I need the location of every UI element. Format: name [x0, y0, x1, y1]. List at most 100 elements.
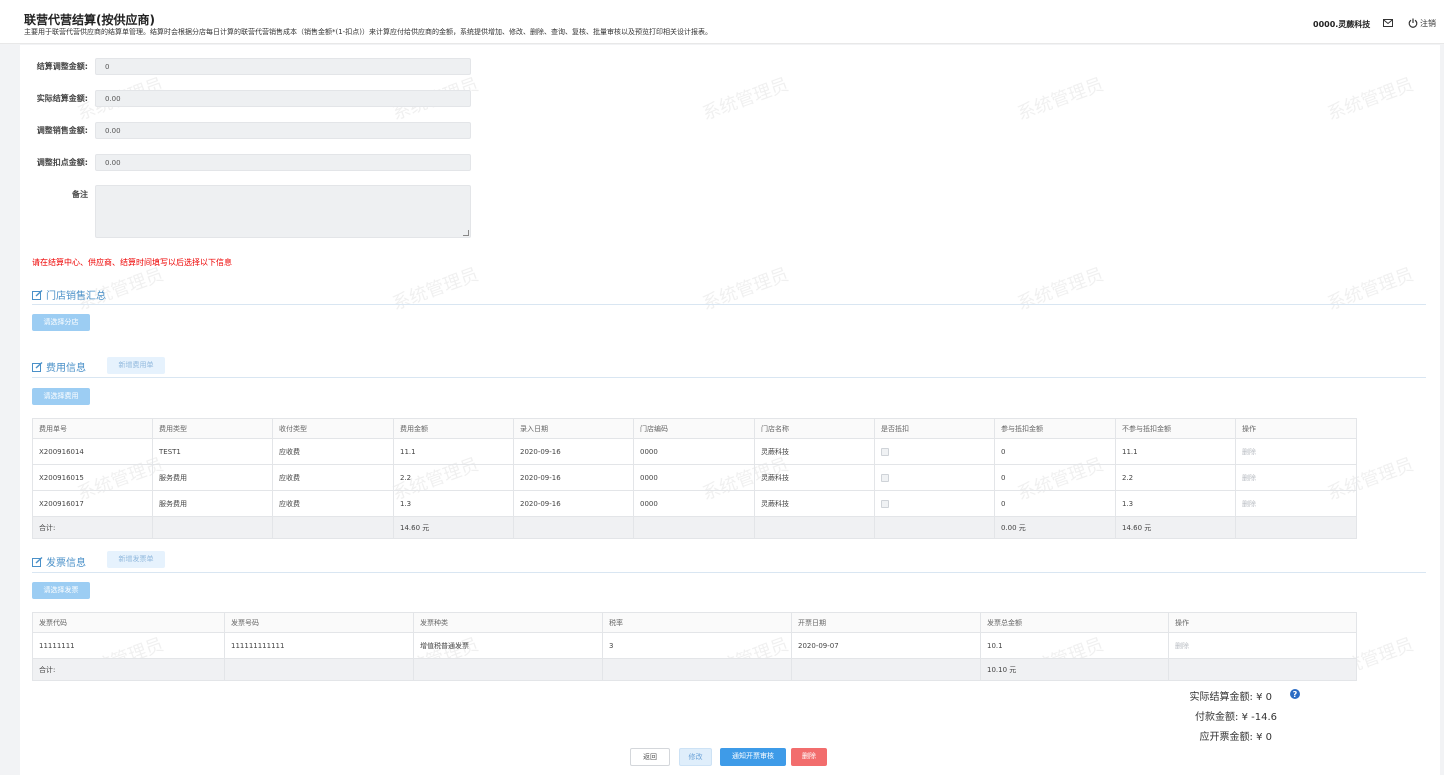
delete-link[interactable]: 删除 [1242, 500, 1256, 508]
total-label: 合计: [32, 516, 153, 539]
invoice-kind: 增值税普通发票 [413, 632, 603, 659]
delete-link[interactable]: 删除 [1242, 448, 1256, 456]
column-header: 录入日期 [513, 418, 634, 439]
deduct-in-amount: 0 [994, 490, 1116, 517]
column-header: 门店编码 [633, 418, 755, 439]
invoice-date: 2020-09-07 [791, 632, 981, 659]
watermark: 系统管理员 [699, 264, 792, 315]
mail-icon[interactable] [1383, 19, 1393, 27]
total-invoice-amount: 10.10 元 [980, 658, 1169, 681]
invoice-total-row: 合计: 10.10 元 [32, 658, 1357, 681]
select-store-button[interactable]: 请选择分店 [32, 314, 90, 331]
watermark: 系统管理员 [1324, 264, 1417, 315]
page-title: 联营代营结算(按供应商) [24, 13, 155, 27]
actual-settle-summary: 实际结算金额: ¥ 0 [1189, 692, 1272, 703]
deduct-in-amount: 0 [994, 464, 1116, 491]
deduct-in-amount: 0 [994, 438, 1116, 465]
entry-date: 2020-09-16 [513, 490, 634, 517]
adjust-sales-input[interactable]: 0.00 [95, 122, 471, 139]
adjust-deduct-label: 调整扣点金额: [36, 158, 88, 167]
store-code: 0000 [633, 438, 755, 465]
total-deduct-out: 14.60 元 [1115, 516, 1236, 539]
watermark: 系统管理员 [389, 264, 482, 315]
remark-label: 备注 [72, 190, 88, 199]
column-header: 是否抵扣 [874, 418, 995, 439]
table-row: X200916015 服务费用 应收费 2.2 2020-09-16 0000 … [32, 464, 1357, 491]
fee-type: 服务费用 [152, 490, 273, 517]
column-header: 发票种类 [413, 612, 603, 633]
invoice-section-title: 发票信息 [32, 554, 86, 569]
notify-invoice-review-button[interactable]: 通知开票审核 [720, 748, 786, 766]
actual-settle-label: 实际结算金额: [36, 94, 88, 103]
invoice-number: 111111111111 [224, 632, 414, 659]
fee-total-row: 合计: 14.60 元 0.00 元 14.60 元 [32, 516, 1357, 539]
edit-button[interactable]: 修改 [679, 748, 712, 766]
delete-button[interactable]: 删除 [791, 748, 827, 766]
total-label: 合计: [32, 658, 225, 681]
adjust-settle-input[interactable]: 0 [95, 58, 471, 75]
column-header: 操作 [1168, 612, 1357, 633]
page-header: 联营代营结算(按供应商) 主要用于联营代营供应商的结算单管理。结算时会根据分店每… [0, 0, 1444, 44]
logout-link[interactable]: 注销 [1420, 18, 1436, 29]
column-header: 发票代码 [32, 612, 225, 633]
column-header: 费用单号 [32, 418, 153, 439]
store-code: 0000 [633, 490, 755, 517]
power-icon[interactable] [1408, 18, 1418, 28]
new-fee-button[interactable]: 新增费用单 [107, 357, 165, 374]
column-header: 费用类型 [152, 418, 273, 439]
column-header: 发票总金额 [980, 612, 1169, 633]
section-divider [32, 304, 1426, 305]
delete-link[interactable]: 删除 [1175, 642, 1189, 650]
fee-no: X200916017 [32, 490, 153, 517]
fee-amount: 2.2 [393, 464, 514, 491]
adjust-deduct-input[interactable]: 0.00 [95, 154, 471, 171]
store-sales-section-title: 门店销售汇总 [32, 287, 106, 302]
column-header: 发票号码 [224, 612, 414, 633]
store-name: 灵蕨科技 [754, 464, 875, 491]
column-header: 参与抵扣金额 [994, 418, 1116, 439]
fee-no: X200916014 [32, 438, 153, 465]
current-user[interactable]: 0000.灵蕨科技 [1313, 19, 1370, 30]
column-header: 税率 [602, 612, 792, 633]
table-row: X200916017 服务费用 应收费 1.3 2020-09-16 0000 … [32, 490, 1357, 517]
column-header: 操作 [1235, 418, 1357, 439]
adjust-sales-label: 调整销售金额: [36, 126, 88, 135]
invoice-title-text: 发票信息 [46, 558, 86, 569]
invoice-code: 11111111 [32, 632, 225, 659]
column-header: 费用金额 [393, 418, 514, 439]
adjust-settle-label: 结算调整金额: [36, 62, 88, 71]
fee-no: X200916015 [32, 464, 153, 491]
resize-handle[interactable] [463, 230, 469, 236]
entry-date: 2020-09-16 [513, 464, 634, 491]
help-icon[interactable]: ? [1290, 689, 1300, 699]
select-fee-button[interactable]: 请选择费用 [32, 388, 90, 405]
watermark: 系统管理员 [1014, 74, 1107, 125]
deduct-checkbox[interactable] [881, 473, 889, 482]
edit-icon [32, 557, 43, 567]
column-header: 开票日期 [791, 612, 981, 633]
new-invoice-button[interactable]: 新增发票单 [107, 551, 165, 568]
store-sales-title-text: 门店销售汇总 [46, 291, 106, 302]
fee-type: 服务费用 [152, 464, 273, 491]
deduct-out-amount: 2.2 [1115, 464, 1236, 491]
deduct-out-amount: 11.1 [1115, 438, 1236, 465]
invoice-table: 发票代码 发票号码 发票种类 税率 开票日期 发票总金额 操作 11111111… [32, 612, 1357, 681]
select-invoice-button[interactable]: 请选择发票 [32, 582, 90, 599]
actual-settle-input[interactable]: 0.00 [95, 90, 471, 107]
entry-date: 2020-09-16 [513, 438, 634, 465]
remark-textarea[interactable] [95, 185, 471, 238]
invoice-total: 10.1 [980, 632, 1169, 659]
table-row: 11111111 111111111111 增值税普通发票 3 2020-09-… [32, 632, 1357, 659]
page-description: 主要用于联营代营供应商的结算单管理。结算时会根据分店每日计算的联营代营销售成本（… [24, 28, 712, 36]
total-fee-amount: 14.60 元 [393, 516, 514, 539]
back-button[interactable]: 返回 [630, 748, 670, 766]
store-code: 0000 [633, 464, 755, 491]
main-panel: 系统管理员 系统管理员 系统管理员 系统管理员 系统管理员 系统管理员 系统管理… [20, 45, 1440, 775]
fee-title-text: 费用信息 [46, 363, 86, 374]
delete-link[interactable]: 删除 [1242, 474, 1256, 482]
deduct-checkbox[interactable] [881, 499, 889, 508]
watermark: 系统管理员 [1014, 264, 1107, 315]
fee-section-title: 费用信息 [32, 359, 86, 374]
pay-type: 应收费 [272, 464, 394, 491]
deduct-checkbox[interactable] [881, 447, 889, 456]
